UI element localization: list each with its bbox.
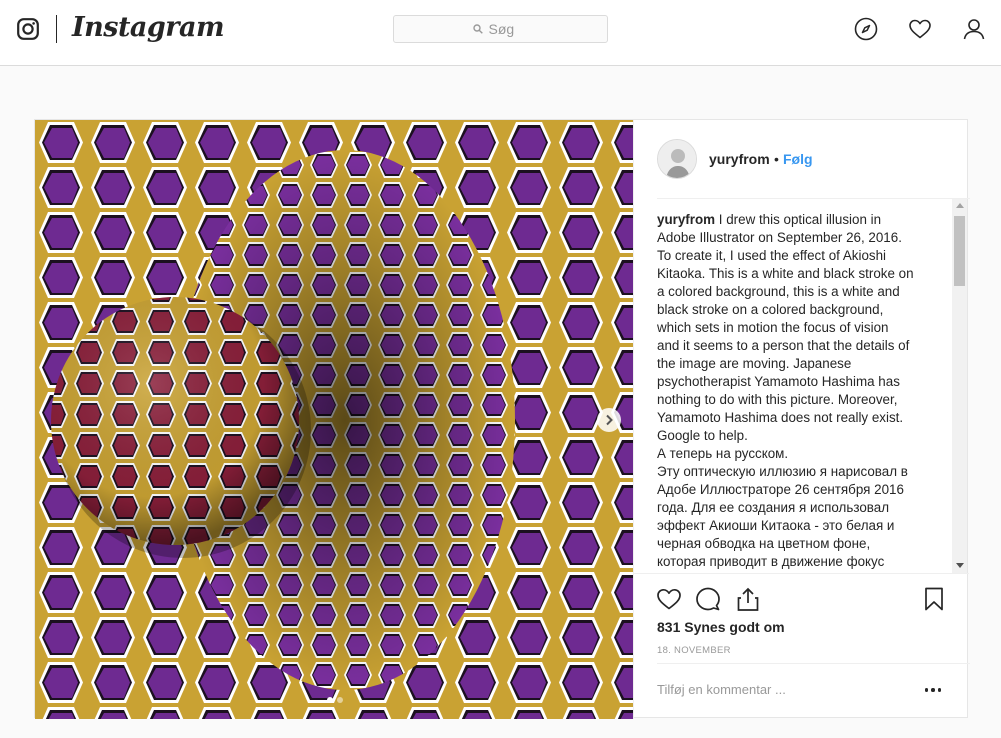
caption-line: and it seems to a person that the detail… xyxy=(657,338,910,353)
caption-line: Google to help. xyxy=(657,428,748,443)
carousel-dot-1 xyxy=(327,697,333,703)
caption-line: which sets in motion the focus of vision xyxy=(657,320,889,335)
compass-explore-icon[interactable] xyxy=(854,17,878,41)
bookmark-save-icon[interactable] xyxy=(921,586,947,612)
scroll-up-arrow-icon[interactable] xyxy=(956,203,964,208)
caption-line: эффект Акиоши Китаока - это белая и xyxy=(657,518,895,533)
caption-scroll-area[interactable]: yuryfrom I drew this optical illusion in… xyxy=(634,199,969,573)
follow-button[interactable]: Følg xyxy=(783,151,813,167)
carousel-indicator xyxy=(327,697,343,703)
instagram-wordmark[interactable]: Instagram xyxy=(72,12,225,43)
user-avatar-image xyxy=(658,140,696,178)
caption-line: Yamamoto Hashima does not really exist. xyxy=(657,410,904,425)
caption-line: the image are moving. Japanese xyxy=(657,356,852,371)
caption-line: Kitaoka. This is a white and black strok… xyxy=(657,266,914,281)
more-dot-icon xyxy=(931,688,935,692)
caption-line: года. Для ее создания я использовал xyxy=(657,500,890,515)
search-input[interactable] xyxy=(488,21,529,37)
post-date[interactable]: 18. NOVEMBER xyxy=(657,645,731,656)
caption-line: nothing to do with this picture. Moreove… xyxy=(657,392,898,407)
profile-icon[interactable] xyxy=(962,17,986,41)
logo-divider xyxy=(56,15,57,43)
top-navigation: Instagram xyxy=(0,0,1001,66)
avatar[interactable] xyxy=(657,139,697,179)
like-heart-icon[interactable] xyxy=(656,586,682,612)
post-sidebar: yuryfrom • Følg yuryfrom I drew this opt… xyxy=(633,120,970,719)
caption-line: To create it, I used the effect of Akios… xyxy=(657,248,887,263)
post-caption: yuryfrom I drew this optical illusion in… xyxy=(657,211,935,571)
add-comment-section xyxy=(657,664,952,718)
like-count[interactable]: 831 Synes godt om xyxy=(657,619,785,635)
caption-username[interactable]: yuryfrom xyxy=(657,212,715,227)
comment-bubble-icon[interactable] xyxy=(695,586,721,612)
caption-line: Адобе Иллюстраторе 26 сентября 2016 xyxy=(657,482,904,497)
post-actions xyxy=(634,573,969,619)
scrollbar-thumb[interactable] xyxy=(954,216,965,286)
instagram-camera-icon[interactable] xyxy=(17,18,39,40)
search-icon xyxy=(472,24,483,34)
post-username[interactable]: yuryfrom xyxy=(709,151,770,167)
comment-input[interactable] xyxy=(657,682,897,697)
more-options-button[interactable] xyxy=(923,680,943,700)
username-separator: • xyxy=(774,151,779,167)
caption-line: А теперь на русском. xyxy=(657,446,789,461)
post-card: yuryfrom • Følg yuryfrom I drew this opt… xyxy=(34,119,970,719)
more-dot-icon xyxy=(937,688,942,692)
share-upload-icon[interactable] xyxy=(735,586,761,612)
caption-scrollbar[interactable] xyxy=(952,199,967,573)
caption-line: которая приводит в движение фокус xyxy=(657,554,885,569)
caption-line: psychotherapist Yamamoto Hashima has xyxy=(657,374,900,389)
caption-line: Adobe Illustrator on September 26, 2016. xyxy=(657,230,902,245)
caption-line: Эту оптическую иллюзию я нарисовал в xyxy=(657,464,908,479)
chevron-right-icon xyxy=(606,414,613,426)
scroll-down-arrow-icon[interactable] xyxy=(956,563,964,568)
optical-illusion-image xyxy=(35,120,633,719)
search-box[interactable] xyxy=(393,15,608,43)
post-image[interactable] xyxy=(35,120,633,719)
post-header: yuryfrom • Følg xyxy=(634,120,969,198)
caption-line: a colored background, this is a white an… xyxy=(657,284,900,299)
carousel-dot-2 xyxy=(337,697,343,703)
carousel-next-button[interactable] xyxy=(597,408,621,432)
caption-line: черная обводка на цветном фоне, xyxy=(657,536,871,551)
more-dot-icon xyxy=(924,688,929,692)
caption-line: black stroke on a colored background, xyxy=(657,302,884,317)
caption-line: I drew this optical illusion in xyxy=(718,212,882,227)
heart-activity-icon[interactable] xyxy=(908,17,932,41)
